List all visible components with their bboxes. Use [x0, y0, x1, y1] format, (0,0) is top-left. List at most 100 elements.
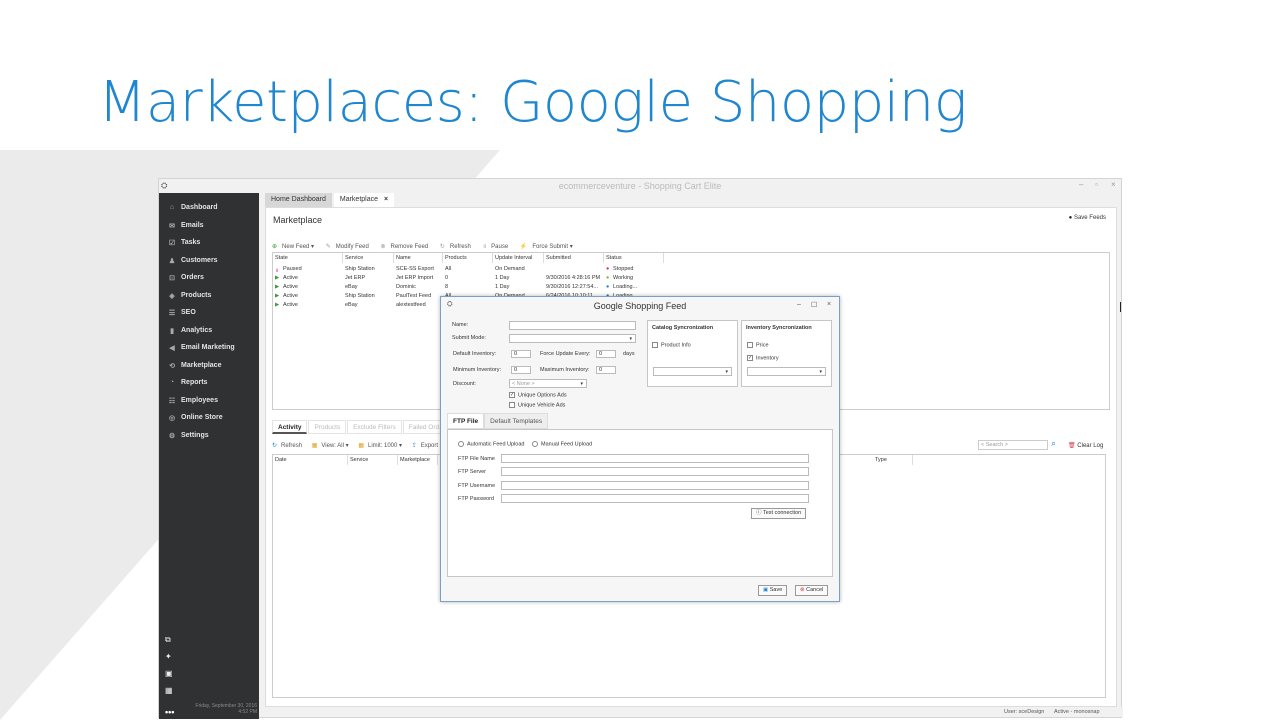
more-icon[interactable]: ••• — [165, 707, 174, 717]
column-header[interactable]: Products — [443, 253, 493, 263]
close-icon[interactable]: × — [827, 301, 831, 308]
inventory-checkbox[interactable]: ✓ Inventory — [747, 355, 779, 361]
cart-icon: ⊡ — [169, 274, 175, 282]
refresh-button[interactable]: ↻ Refresh — [440, 244, 476, 250]
column-header[interactable]: Service — [348, 455, 398, 465]
dialog-title: Google Shopping Feed — [593, 301, 687, 311]
ftp-server-field[interactable] — [501, 467, 809, 476]
sidebar-datetime: Friday, September 30, 2016 4:52 PM — [163, 703, 257, 715]
sidebar-item-analytics[interactable]: ▮ Analytics — [159, 322, 259, 339]
status-active: Active - monosnap — [1054, 709, 1100, 715]
automatic-upload-radio[interactable]: Automatic Feed Upload — [458, 441, 524, 447]
product-info-checkbox[interactable]: Product Info — [652, 342, 691, 348]
activity-refresh-button[interactable]: ↻ Refresh — [272, 443, 306, 449]
submit-mode-select[interactable]: ▾ — [509, 334, 636, 343]
inventory-label: Inventory — [756, 355, 779, 362]
inventory-sync-title: Inventory Syncronization — [746, 325, 812, 331]
sidebar-item-reports[interactable]: ◔ Reports — [159, 374, 259, 391]
globe-icon: ◎ — [168, 414, 176, 422]
sidebar-item-dashboard[interactable]: ⌂ Dashboard — [159, 199, 259, 216]
limit-label: Limit: 1000 ▾ — [367, 443, 403, 449]
default-inventory-stepper[interactable]: 0 — [511, 350, 531, 358]
cell-status: Working — [613, 275, 634, 281]
sidebar-item-email-marketing[interactable]: ◀ Email Marketing — [159, 339, 259, 356]
column-header[interactable]: Submitted — [544, 253, 604, 263]
maximize-icon[interactable]: ☐ — [811, 301, 817, 309]
column-header[interactable]: Marketplace — [398, 455, 438, 465]
sidebar-item-emails[interactable]: ✉ Emails — [159, 217, 259, 234]
lightbulb-icon[interactable]: ✦ — [165, 652, 172, 661]
view-dropdown[interactable]: ▦ View: All ▾ — [312, 443, 353, 449]
sidebar-item-marketplace[interactable]: ⟲ Marketplace — [159, 357, 259, 374]
max-inventory-stepper[interactable]: 0 — [596, 366, 616, 374]
sidebar-item-products[interactable]: ◈ Products — [159, 287, 259, 304]
limit-dropdown[interactable]: ▦ Limit: 1000 ▾ — [358, 443, 406, 449]
cell-state: Active — [283, 302, 298, 308]
column-header[interactable]: Type — [873, 455, 913, 465]
automatic-upload-label: Automatic Feed Upload — [467, 441, 525, 448]
search-icon[interactable]: ⌕ — [1051, 438, 1056, 449]
tab-exclude-filters[interactable]: Exclude Filters — [347, 420, 402, 434]
restore-icon[interactable]: ▫ — [1095, 180, 1098, 189]
list-icon: ☰ — [168, 309, 176, 317]
sidebar-item-label: Emails — [181, 222, 204, 229]
tab-marketplace[interactable]: Marketplace × — [333, 193, 395, 207]
sidebar-item-label: Settings — [181, 432, 209, 439]
unique-options-checkbox[interactable]: ✓ Unique Options Ads — [509, 392, 567, 398]
unique-vehicle-checkbox[interactable]: Unique Vehicle Ads — [509, 402, 565, 408]
minimize-icon[interactable]: – — [797, 301, 801, 308]
force-update-stepper[interactable]: 0 — [596, 350, 616, 358]
sidebar-item-tasks[interactable]: ☑ Tasks — [159, 234, 259, 251]
column-header[interactable]: Service — [343, 253, 394, 263]
cancel-button[interactable]: ⊗ Cancel — [795, 585, 829, 596]
test-connection-button[interactable]: ⓘ Test connection — [751, 508, 807, 519]
sidebar-item-orders[interactable]: ⊡ Orders — [159, 269, 259, 286]
tab-default-templates[interactable]: Default Templates — [484, 413, 549, 429]
tab-activity[interactable]: Activity — [272, 420, 308, 434]
save-button[interactable]: ▣ Save — [758, 585, 788, 596]
column-header[interactable]: Status — [604, 253, 664, 263]
calendar-icon[interactable]: ▦ — [165, 686, 173, 695]
tag-icon: ◈ — [169, 292, 175, 300]
name-field[interactable] — [509, 321, 636, 330]
sidebar-item-online-store[interactable]: ◎ Online Store — [159, 409, 259, 426]
sidebar-item-settings[interactable]: ⚙ Settings — [159, 427, 259, 444]
pause-button[interactable]: ॥ Pause — [483, 244, 514, 250]
remove-feed-button[interactable]: ⊗ Remove Feed — [380, 244, 433, 250]
sidebar-item-employees[interactable]: ☷ Employees — [159, 392, 259, 409]
sidebar-item-seo[interactable]: ☰ SEO — [159, 304, 259, 321]
column-header[interactable]: Name — [394, 253, 443, 263]
check-circle-icon: ● — [1068, 215, 1073, 221]
tab-home-dashboard[interactable]: Home Dashboard — [265, 193, 332, 207]
tab-close-icon[interactable]: × — [384, 196, 388, 203]
tab-products[interactable]: Products — [308, 420, 347, 434]
discount-select[interactable]: < None > ▾ — [509, 379, 587, 388]
cancel-icon: ⊗ — [800, 587, 805, 593]
column-header[interactable]: State — [273, 253, 343, 263]
clear-log-button[interactable]: 🗑 Clear Log — [1068, 442, 1103, 449]
save-feeds-button[interactable]: ● Save Feeds — [1069, 215, 1106, 221]
price-checkbox[interactable]: Price — [747, 342, 769, 348]
new-feed-button[interactable]: ⊕ New Feed ▾ — [272, 244, 319, 250]
catalog-sync-select[interactable]: ▾ — [653, 367, 732, 376]
minimize-icon[interactable]: – — [1079, 180, 1083, 189]
manual-upload-radio[interactable]: Manual Feed Upload — [532, 441, 592, 447]
force-submit-button[interactable]: ⚡ Force Submit ▾ — [520, 244, 578, 250]
export-button[interactable]: ⇪ Export — [412, 443, 442, 449]
search-input[interactable]: < Search > — [978, 440, 1048, 450]
tab-ftp-file[interactable]: FTP File — [447, 413, 485, 429]
home-icon: ⌂ — [169, 204, 175, 211]
ftp-file-name-field[interactable] — [501, 454, 809, 463]
windows-icon[interactable]: ⧉ — [165, 635, 171, 645]
calculator-icon[interactable]: ▣ — [165, 669, 173, 678]
inventory-sync-select[interactable]: ▾ — [747, 367, 826, 376]
modify-feed-button[interactable]: ✎ Modify Feed — [326, 244, 374, 250]
close-icon[interactable]: × — [1111, 180, 1116, 189]
column-header[interactable]: Update Interval — [493, 253, 544, 263]
column-header[interactable]: Date — [273, 455, 348, 465]
ftp-password-field[interactable] — [501, 494, 809, 503]
ftp-username-field[interactable] — [501, 481, 809, 490]
min-inventory-stepper[interactable]: 0 — [511, 366, 531, 374]
cell-name: alextestfeed — [396, 302, 426, 308]
sidebar-item-customers[interactable]: ♟ Customers — [159, 252, 259, 269]
